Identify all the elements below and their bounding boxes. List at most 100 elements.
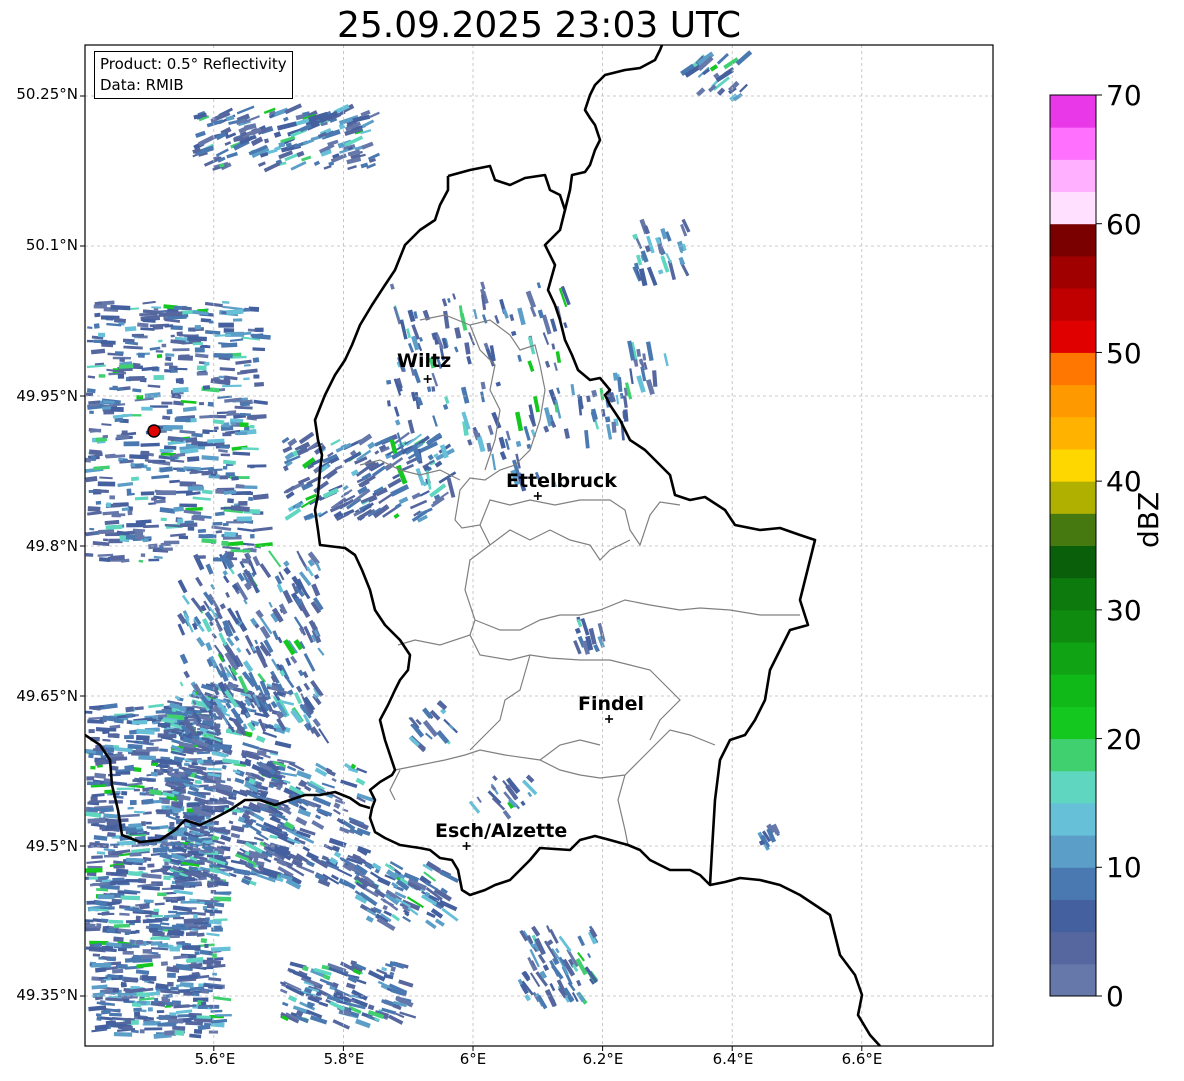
- echo-cell: [139, 312, 158, 316]
- echo-cell: [525, 774, 535, 784]
- echo-cell: [125, 919, 141, 924]
- echo-cell: [134, 496, 149, 501]
- colorbar-segment: [1050, 609, 1096, 643]
- echo-cell: [145, 821, 152, 825]
- echo-cell: [296, 770, 312, 780]
- echo-cell: [96, 851, 106, 855]
- echo-cell: [232, 318, 243, 322]
- echo-cell: [311, 820, 325, 830]
- colorbar-segment: [1050, 481, 1096, 514]
- lat-label: 50.25°N: [16, 85, 78, 103]
- echo-cell: [494, 314, 500, 324]
- echo-cell: [123, 441, 140, 447]
- echo-cell: [195, 576, 203, 587]
- echo-cell: [213, 925, 222, 930]
- echo-cell: [464, 342, 471, 355]
- echo-cell: [531, 925, 541, 937]
- echo-cell: [192, 496, 211, 501]
- echo-cell: [584, 429, 590, 449]
- echo-cell: [340, 779, 358, 789]
- echo-cell: [468, 800, 481, 814]
- echo-cell: [142, 918, 163, 924]
- echo-cell: [88, 876, 99, 880]
- echo-cell: [399, 1011, 417, 1019]
- echo-cell: [139, 1029, 145, 1034]
- echo-cell: [499, 451, 507, 461]
- echo-cell: [434, 918, 445, 927]
- echo-cell: [374, 450, 380, 455]
- echo-cell: [85, 476, 98, 483]
- echo-cell: [121, 1025, 133, 1031]
- echo-cell: [467, 439, 473, 446]
- echo-cell: [148, 543, 158, 550]
- echo-cell: [285, 657, 292, 667]
- echo-cell: [409, 499, 428, 510]
- echo-cell: [96, 923, 102, 929]
- echo-cell: [161, 996, 169, 1002]
- echo-cell: [321, 855, 329, 862]
- echo-cell: [114, 417, 124, 423]
- echo-cell: [86, 776, 95, 781]
- echo-cell: [235, 359, 252, 365]
- echo-cell: [95, 761, 101, 766]
- echo-cell: [502, 809, 512, 820]
- echo-cell: [332, 808, 341, 815]
- echo-cell: [187, 486, 204, 491]
- echo-cell: [122, 998, 130, 1002]
- echo-cell: [314, 814, 322, 820]
- echo-cell: [112, 987, 119, 993]
- echo-cell: [226, 777, 232, 782]
- colorbar-segment: [1050, 802, 1096, 836]
- echo-cell: [112, 968, 124, 974]
- product-label: Product: 0.5° Reflectivity: [100, 55, 287, 73]
- echo-cell: [167, 815, 183, 823]
- echo-cell: [303, 652, 316, 672]
- echo-cell: [198, 919, 204, 923]
- echo-cell: [544, 988, 557, 1008]
- echo-cell: [645, 341, 654, 361]
- echo-cell: [391, 913, 401, 922]
- echo-cell: [586, 395, 591, 403]
- echo-cell: [173, 727, 179, 733]
- echo-cell: [167, 972, 176, 978]
- echo-cell: [140, 450, 150, 456]
- echo-cell: [135, 915, 141, 921]
- echo-cell: [100, 1016, 113, 1021]
- echo-cell: [230, 549, 251, 553]
- echo-cell: [230, 832, 241, 839]
- echo-cell: [575, 957, 588, 976]
- echo-cell: [98, 956, 104, 960]
- echo-cell: [528, 404, 536, 425]
- echo-cell: [282, 589, 293, 604]
- echo-cell: [604, 416, 611, 423]
- echo-cell: [553, 362, 558, 372]
- echo-cell: [202, 429, 210, 435]
- echo-cell: [102, 738, 111, 742]
- echo-cell: [226, 308, 244, 316]
- echo-cell: [159, 449, 174, 453]
- echo-cell: [386, 400, 391, 407]
- lon-label: 5.6°E: [194, 1050, 236, 1068]
- colorbar: [1049, 94, 1102, 997]
- echo-cell: [242, 660, 254, 673]
- echo-cell: [642, 353, 647, 361]
- echo-cell: [515, 440, 522, 448]
- echo-cell: [192, 342, 203, 346]
- lat-label: 49.65°N: [16, 687, 78, 705]
- echo-cell: [279, 988, 288, 994]
- echo-cell: [173, 506, 184, 512]
- echo-cell: [313, 574, 320, 580]
- echo-cell: [85, 710, 93, 714]
- echo-cell: [174, 1029, 185, 1036]
- echo-cell: [612, 372, 619, 381]
- echo-cell: [164, 1005, 172, 1008]
- echo-cell: [174, 367, 188, 371]
- echo-cell: [239, 422, 249, 428]
- echo-cell: [393, 513, 400, 519]
- echo-cell: [222, 384, 242, 388]
- lat-label: 49.35°N: [16, 986, 78, 1004]
- echo-cell: [91, 855, 103, 860]
- echo-cell: [241, 558, 250, 564]
- echo-cell: [159, 466, 173, 473]
- echo-cell: [347, 165, 357, 171]
